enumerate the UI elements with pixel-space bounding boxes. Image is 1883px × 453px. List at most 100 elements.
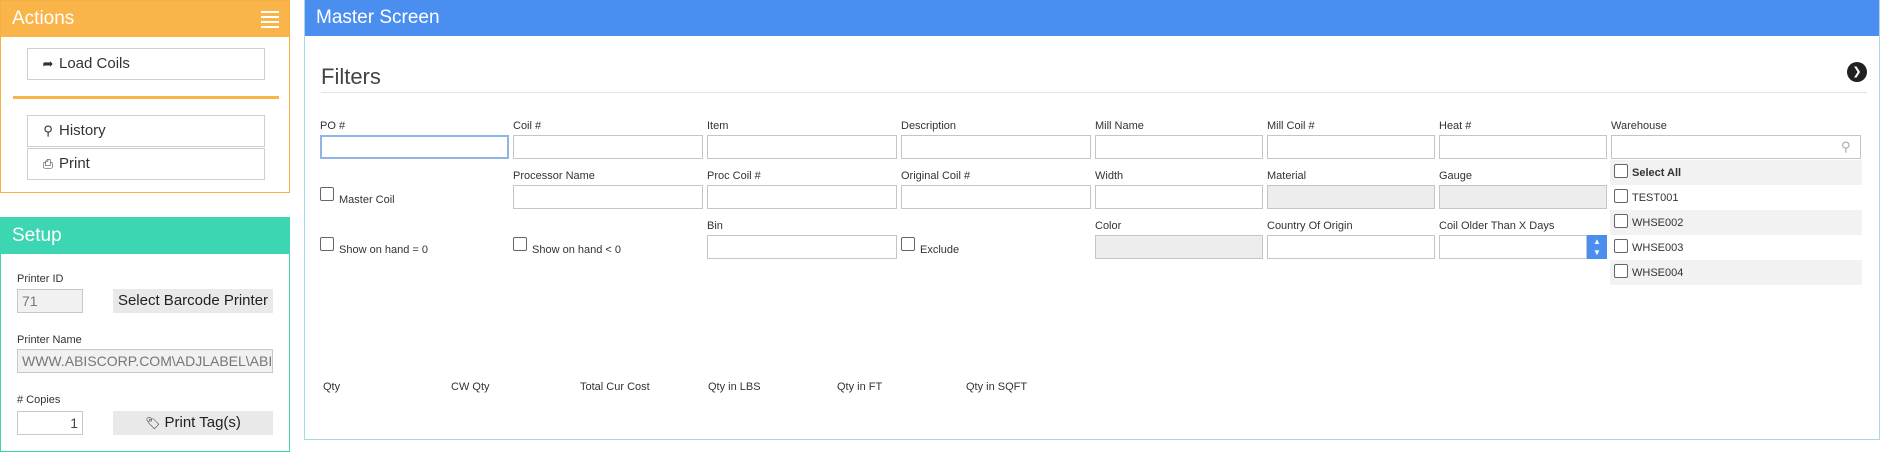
heat-input[interactable] [1439,135,1607,159]
setup-panel: Setup Printer ID 71 Select Barcode Print… [0,217,290,452]
warehouse-search-input[interactable] [1611,135,1861,159]
warehouse-list: Select All TEST001 WHSE002 WHSE003 WHSE0… [1610,160,1862,285]
summary-cw-qty: CW Qty [451,381,490,393]
coil-older-than-input[interactable] [1439,235,1587,259]
country-of-origin-label: Country Of Origin [1267,220,1353,232]
summary-total-cur-cost: Total Cur Cost [580,381,650,393]
country-of-origin-input[interactable] [1267,235,1435,259]
coil-input[interactable] [513,135,703,159]
menu-icon[interactable] [261,11,279,28]
mill-name-input[interactable] [1095,135,1263,159]
mill-coil-label: Mill Coil # [1267,120,1315,132]
filters-title: Filters [321,64,381,89]
summary-qty-sqft: Qty in SQFT [966,381,1028,393]
proc-coil-input[interactable] [707,185,897,209]
actions-panel: Actions ➦ Load Coils ⚲ History ⎙ Print [0,0,290,193]
printer-id-field[interactable]: 71 [17,289,83,313]
warehouse-label: WHSE002 [1632,217,1684,229]
material-input[interactable] [1267,185,1435,209]
list-item[interactable]: WHSE002 [1610,210,1862,235]
warehouse-label: WHSE004 [1632,267,1684,279]
warehouse-label: WHSE003 [1632,242,1684,254]
description-input[interactable] [901,135,1091,159]
printer-name-label: Printer Name [17,334,82,346]
width-label: Width [1095,170,1124,182]
printer-id-label: Printer ID [17,273,64,285]
copies-field[interactable]: 1 [17,411,83,435]
bin-input[interactable] [707,235,897,259]
warehouse-checkbox[interactable] [1614,189,1628,203]
warehouse-checkbox[interactable] [1614,214,1628,228]
gauge-label: Gauge [1439,170,1473,182]
bin-label: Bin [707,220,723,232]
exclude-label: Exclude [920,244,960,256]
list-item[interactable]: TEST001 [1610,185,1862,210]
list-item[interactable]: WHSE003 [1610,235,1862,260]
setup-header: Setup [1,218,289,254]
select-all-checkbox[interactable] [1614,164,1628,178]
po-label: PO # [320,120,346,132]
coil-older-than-label: Coil Older Than X Days [1439,220,1555,232]
warehouse-select-all-row[interactable]: Select All [1610,160,1862,185]
history-label: History [59,122,106,139]
master-coil-label: Master Coil [339,194,395,206]
warehouse-checkbox[interactable] [1614,264,1628,278]
number-spinner[interactable]: ▲ ▼ [1587,235,1607,259]
list-item[interactable]: WHSE004 [1610,260,1862,285]
heat-label: Heat # [1439,120,1472,132]
search-icon: ⚲ [1841,139,1851,154]
summary-qty: Qty [323,381,341,393]
actions-header: Actions [1,1,289,37]
master-header: Master Screen [305,0,1879,36]
item-label: Item [707,120,729,132]
printer-icon: ⎙ [42,156,54,171]
show-on-hand-negative-label: Show on hand < 0 [532,244,621,256]
summary-qty-lbs: Qty in LBS [708,381,761,393]
processor-name-input[interactable] [513,185,703,209]
chevron-down-icon[interactable]: ❯ [1847,62,1867,82]
original-coil-input[interactable] [901,185,1091,209]
print-tags-button[interactable]: 🏷 Print Tag(s) [113,411,273,435]
load-coils-label: Load Coils [59,55,130,72]
coil-label: Coil # [513,120,542,132]
share-arrow-icon: ➦ [42,56,54,71]
printer-name-field[interactable]: WWW.ABISCORP.COM\ADJLABEL\ABIS [17,349,273,373]
description-label: Description [901,120,957,132]
processor-name-label: Processor Name [513,170,595,182]
po-input[interactable] [320,135,509,159]
show-on-hand-negative-checkbox[interactable] [513,237,527,251]
mill-coil-input[interactable] [1267,135,1435,159]
print-button[interactable]: ⎙ Print [27,148,265,180]
summary-qty-ft: Qty in FT [837,381,883,393]
print-label: Print [59,155,90,172]
width-input[interactable] [1095,185,1263,209]
master-title: Master Screen [316,7,440,28]
select-all-label: Select All [1632,167,1682,179]
warehouse-label: TEST001 [1632,192,1679,204]
item-input[interactable] [707,135,897,159]
mill-name-label: Mill Name [1095,120,1144,132]
load-coils-button[interactable]: ➦ Load Coils [27,48,265,80]
filters-divider [321,92,1867,93]
setup-title: Setup [12,225,62,246]
copies-label: # Copies [17,394,61,406]
actions-title: Actions [12,8,75,29]
material-label: Material [1267,170,1307,182]
master-coil-checkbox[interactable] [320,187,334,201]
color-label: Color [1095,220,1122,232]
exclude-checkbox[interactable] [901,237,915,251]
master-panel: Master Screen Filters ❯ PO # Coil # Item… [304,0,1880,440]
show-on-hand-zero-checkbox[interactable] [320,237,334,251]
warehouse-checkbox[interactable] [1614,239,1628,253]
actions-divider [13,96,279,99]
original-coil-label: Original Coil # [901,170,971,182]
search-icon: ⚲ [43,123,53,138]
select-barcode-printer-button[interactable]: Select Barcode Printer [113,289,273,313]
color-input[interactable] [1095,235,1263,259]
print-tags-label: Print Tag(s) [164,414,241,431]
tags-icon: 🏷 [145,416,161,430]
gauge-input[interactable] [1439,185,1607,209]
show-on-hand-zero-label: Show on hand = 0 [339,244,428,256]
proc-coil-label: Proc Coil # [707,170,761,182]
history-button[interactable]: ⚲ History [27,115,265,147]
